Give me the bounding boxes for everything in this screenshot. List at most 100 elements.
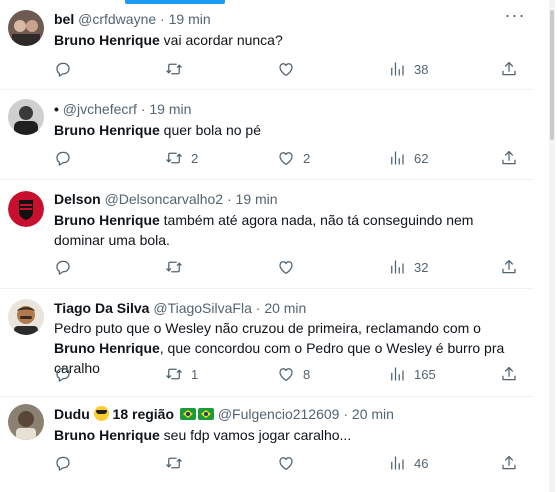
display-name[interactable]: • bbox=[54, 101, 59, 117]
share-button[interactable] bbox=[500, 148, 518, 168]
reply-button[interactable] bbox=[54, 257, 80, 277]
more-icon[interactable]: ··· bbox=[504, 6, 526, 28]
tweet-text: Bruno Henrique seu fdp vamos jogar caral… bbox=[54, 427, 352, 443]
tweet-header: Tiago Da Silva @TiagoSilvaFla · 20 min bbox=[54, 299, 500, 317]
views-icon bbox=[391, 62, 404, 76]
views-button[interactable]: 165 bbox=[388, 364, 436, 384]
like-button[interactable]: 2 bbox=[277, 148, 310, 168]
tweet-actions: 2 2 62 bbox=[54, 148, 520, 168]
timestamp[interactable]: 19 min bbox=[149, 101, 191, 117]
reply-icon bbox=[56, 151, 70, 166]
reply-icon bbox=[56, 456, 70, 471]
retweet-button[interactable]: 2 bbox=[165, 148, 198, 168]
share-icon bbox=[502, 366, 516, 381]
mention-highlight: Bruno Henrique bbox=[54, 340, 160, 356]
views-button[interactable]: 46 bbox=[388, 453, 428, 473]
separator-dot: · bbox=[343, 406, 349, 422]
reply-button[interactable] bbox=[54, 364, 80, 384]
sunglasses-emoji-icon bbox=[93, 406, 109, 421]
timestamp[interactable]: 19 min bbox=[169, 11, 211, 27]
avatar[interactable] bbox=[8, 404, 44, 440]
tweet-text: Bruno Henrique também até agora nada, nã… bbox=[54, 212, 474, 248]
reply-icon bbox=[56, 367, 70, 382]
brazil-flag-icon bbox=[179, 408, 196, 420]
heart-icon bbox=[279, 457, 293, 471]
avatar[interactable] bbox=[8, 10, 44, 46]
separator-dot: · bbox=[255, 300, 261, 316]
display-name[interactable]: Dudu 18 região bbox=[54, 406, 214, 422]
reply-button[interactable] bbox=[54, 453, 80, 473]
display-name[interactable]: bel bbox=[54, 11, 74, 27]
tweet[interactable]: bel @crfdwayne · 19 min ··· Bruno Henriq… bbox=[0, 0, 534, 90]
like-button[interactable] bbox=[277, 453, 303, 473]
views-button[interactable]: 32 bbox=[388, 257, 428, 277]
tweet-header: Dudu 18 região @Fulgencio212609 · 20 min bbox=[54, 405, 500, 423]
share-icon bbox=[502, 455, 516, 470]
views-icon bbox=[391, 367, 404, 381]
tweet-header: • @jvchefecrf · 19 min bbox=[54, 100, 500, 118]
retweet-icon bbox=[166, 457, 182, 469]
tweet[interactable]: • @jvchefecrf · 19 min Bruno Henrique qu… bbox=[0, 90, 534, 180]
username[interactable]: @Fulgencio212609 bbox=[218, 406, 340, 422]
tweet-text: Bruno Henrique quer bola no pé bbox=[54, 122, 261, 138]
heart-icon bbox=[279, 63, 293, 77]
reply-icon bbox=[56, 260, 70, 275]
share-button[interactable] bbox=[500, 59, 518, 79]
tweet-text: Bruno Henrique vai acordar nunca? bbox=[54, 32, 283, 48]
views-button[interactable]: 62 bbox=[388, 148, 428, 168]
heart-icon bbox=[279, 368, 293, 382]
retweet-icon bbox=[166, 261, 182, 273]
separator-dot: · bbox=[226, 191, 232, 207]
timestamp[interactable]: 20 min bbox=[264, 300, 306, 316]
avatar[interactable] bbox=[8, 99, 44, 135]
views-icon bbox=[391, 151, 404, 165]
timestamp[interactable]: 19 min bbox=[236, 191, 278, 207]
avatar[interactable] bbox=[8, 299, 44, 335]
retweet-button[interactable] bbox=[165, 453, 191, 473]
retweet-icon bbox=[166, 63, 182, 75]
scrollbar-thumb[interactable] bbox=[550, 10, 554, 140]
reply-button[interactable] bbox=[54, 59, 80, 79]
brazil-flag-icon bbox=[197, 408, 214, 420]
tweet[interactable]: Tiago Da Silva @TiagoSilvaFla · 20 min P… bbox=[0, 289, 534, 397]
share-icon bbox=[502, 61, 516, 76]
retweet-icon bbox=[166, 152, 182, 164]
share-button[interactable] bbox=[500, 453, 518, 473]
avatar[interactable] bbox=[8, 191, 44, 227]
separator-dot: · bbox=[140, 101, 146, 117]
username[interactable]: @TiagoSilvaFla bbox=[153, 300, 252, 316]
retweet-button[interactable]: 1 bbox=[165, 364, 198, 384]
share-icon bbox=[502, 150, 516, 165]
retweet-button[interactable] bbox=[165, 257, 191, 277]
mention-highlight: Bruno Henrique bbox=[54, 32, 160, 48]
like-button[interactable] bbox=[277, 257, 303, 277]
views-button[interactable]: 38 bbox=[388, 59, 428, 79]
timestamp[interactable]: 20 min bbox=[352, 406, 394, 422]
username[interactable]: @jvchefecrf bbox=[63, 101, 137, 117]
separator-dot: · bbox=[160, 11, 165, 27]
reply-icon bbox=[56, 62, 70, 77]
tweet-actions: 1 8 165 bbox=[54, 364, 520, 384]
tweet-header: Delson @Delsoncarvalho2 · 19 min bbox=[54, 190, 500, 208]
replies-feed: bel @crfdwayne · 19 min ··· Bruno Henriq… bbox=[0, 0, 534, 492]
share-icon bbox=[502, 259, 516, 274]
username[interactable]: @crfdwayne bbox=[78, 11, 156, 27]
mention-highlight: Bruno Henrique bbox=[54, 427, 160, 443]
tweet-actions: 32 bbox=[54, 257, 520, 277]
tweet-actions: 46 bbox=[54, 453, 520, 473]
heart-icon bbox=[279, 261, 293, 275]
mention-highlight: Bruno Henrique bbox=[54, 212, 160, 228]
display-name[interactable]: Delson bbox=[54, 191, 101, 207]
retweet-button[interactable] bbox=[165, 59, 191, 79]
like-button[interactable] bbox=[277, 59, 303, 79]
tweet-header: bel @crfdwayne · 19 min bbox=[54, 10, 500, 28]
share-button[interactable] bbox=[500, 257, 518, 277]
username[interactable]: @Delsoncarvalho2 bbox=[105, 191, 224, 207]
heart-icon bbox=[279, 152, 293, 166]
like-button[interactable]: 8 bbox=[277, 364, 310, 384]
share-button[interactable] bbox=[500, 364, 518, 384]
reply-button[interactable] bbox=[54, 148, 80, 168]
tweet[interactable]: Delson @Delsoncarvalho2 · 19 min Bruno H… bbox=[0, 180, 534, 289]
tweet[interactable]: Dudu 18 região @Fulgencio212609 · 20 min… bbox=[0, 397, 534, 492]
display-name[interactable]: Tiago Da Silva bbox=[54, 300, 149, 316]
